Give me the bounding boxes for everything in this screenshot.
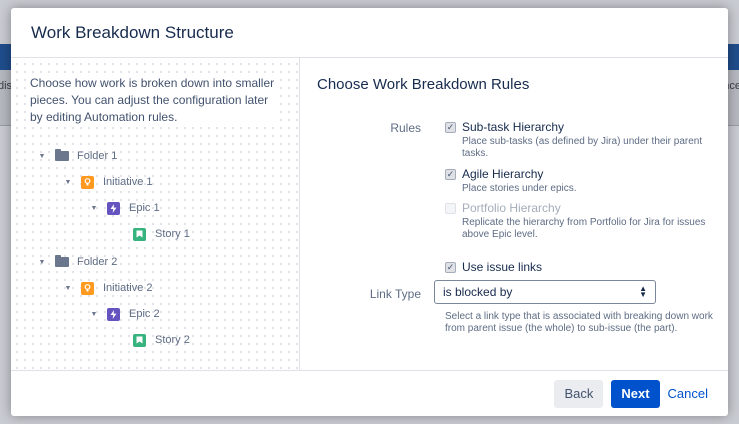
tree-item-label: Folder 2	[77, 256, 118, 268]
tree-item-epic-1[interactable]: ▼ Epic 1	[89, 200, 160, 216]
dialog-header: Work Breakdown Structure	[11, 8, 728, 58]
sub-task-hierarchy-label: Sub-task Hierarchy	[462, 120, 565, 134]
story-icon	[133, 227, 146, 241]
folder-icon	[55, 149, 69, 161]
tree-item-story-1[interactable]: Story 1	[133, 226, 190, 242]
rules-title: Choose Work Breakdown Rules	[317, 76, 530, 93]
tree-item-initiative-1[interactable]: ▼ Initiative 1	[63, 174, 153, 190]
tree-item-story-2[interactable]: Story 2	[133, 332, 190, 348]
use-issue-links-label: Use issue links	[462, 260, 543, 274]
chevron-down-icon[interactable]: ▼	[37, 153, 47, 160]
link-type-value: is blocked by	[443, 285, 513, 299]
chevron-down-icon[interactable]: ▼	[89, 311, 99, 318]
link-type-label: Link Type	[369, 287, 421, 301]
cancel-button[interactable]: Cancel	[668, 380, 710, 408]
chevron-down-icon[interactable]: ▼	[89, 205, 99, 212]
use-issue-links-checkbox[interactable]: ✓	[445, 262, 456, 273]
rules-label: Rules	[390, 121, 421, 135]
intro-text: Choose how work is broken down into smal…	[30, 75, 280, 126]
rules-panel: Choose Work Breakdown Rules Rules ✓ Sub-…	[300, 58, 728, 370]
dialog-footer: Back Next Cancel	[11, 370, 728, 416]
dialog-title: Work Breakdown Structure	[31, 22, 234, 42]
tree-item-label: Epic 2	[129, 308, 160, 320]
epic-icon	[107, 307, 120, 321]
hierarchy-preview-panel: Choose how work is broken down into smal…	[11, 58, 300, 370]
tree-item-folder-1[interactable]: ▼ Folder 1	[37, 148, 117, 164]
chevron-down-icon[interactable]: ▼	[63, 285, 73, 292]
tree-item-initiative-2[interactable]: ▼ Initiative 2	[63, 280, 153, 296]
checkmark-icon: ✓	[446, 262, 455, 272]
checkmark-icon: ✓	[446, 169, 455, 179]
work-breakdown-dialog: Work Breakdown Structure Choose how work…	[11, 8, 728, 416]
tree-item-label: Initiative 1	[103, 176, 153, 188]
tree-item-label: Folder 1	[77, 150, 118, 162]
folder-icon	[55, 255, 69, 267]
initiative-icon	[81, 175, 94, 189]
tree-item-label: Initiative 2	[103, 282, 153, 294]
portfolio-hierarchy-label: Portfolio Hierarchy	[462, 201, 561, 215]
agile-hierarchy-label: Agile Hierarchy	[462, 167, 544, 181]
sub-task-hierarchy-checkbox[interactable]: ✓	[445, 122, 456, 133]
next-button[interactable]: Next	[611, 379, 660, 408]
link-type-select[interactable]: is blocked by ▲ ▼	[434, 280, 656, 304]
dialog-body: Choose how work is broken down into smal…	[11, 58, 728, 370]
initiative-icon	[81, 281, 94, 295]
checkmark-icon: ✓	[446, 122, 455, 132]
portfolio-hierarchy-description: Replicate the hierarchy from Portfolio f…	[462, 217, 706, 240]
tree-item-epic-2[interactable]: ▼ Epic 2	[89, 306, 160, 322]
story-icon	[133, 333, 146, 347]
back-button[interactable]: Back	[554, 379, 604, 408]
chevron-down-icon[interactable]: ▼	[63, 179, 73, 186]
tree-item-folder-2[interactable]: ▼ Folder 2	[37, 254, 117, 270]
chevron-down-icon[interactable]: ▼	[37, 259, 47, 266]
tree-item-label: Story 1	[155, 228, 190, 240]
tree-item-label: Epic 1	[129, 202, 160, 214]
epic-icon	[107, 201, 120, 215]
agile-hierarchy-checkbox[interactable]: ✓	[445, 169, 456, 180]
portfolio-hierarchy-checkbox[interactable]	[445, 203, 456, 214]
link-type-help: Select a link type that is associated wi…	[445, 311, 713, 334]
agile-hierarchy-description: Place stories under epics.	[462, 183, 577, 194]
select-arrows-icon: ▲ ▼	[639, 284, 647, 299]
tree-item-label: Story 2	[155, 334, 190, 346]
sub-task-hierarchy-description: Place sub-tasks (as defined by Jira) und…	[462, 136, 703, 159]
